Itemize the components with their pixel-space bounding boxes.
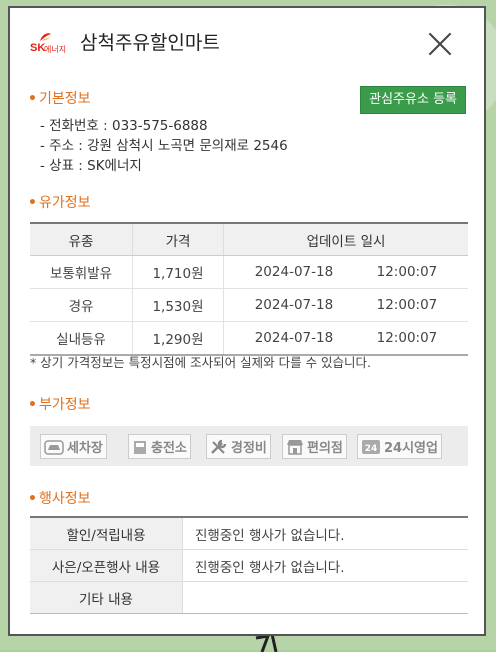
address: - 주소 : 강원 삼척시 노곡면 문의재로 2546	[40, 138, 288, 154]
fuel-price: 1,710원	[132, 255, 224, 289]
update-date: 2024-07-18	[254, 297, 334, 313]
service-maintenance: 경정비	[206, 434, 271, 459]
col-updated: 업데이트 일시	[223, 223, 468, 256]
update-clock: 12:00:07	[376, 330, 438, 346]
col-fuel-type: 유종	[30, 223, 133, 256]
update-clock: 12:00:07	[376, 297, 438, 313]
price-table-header: 유종 가격 업데이트 일시	[30, 223, 468, 256]
charging-station-icon	[134, 440, 146, 454]
price-info-heading-text: 유가정보	[38, 195, 91, 211]
extra-info-heading: • 부가정보	[28, 397, 91, 413]
event-label: 사은/오픈행사 내용	[30, 549, 183, 582]
event-table: 할인/적립내용 진행중인 행사가 없습니다. 사은/오픈행사 내용 진행중인 행…	[30, 516, 468, 614]
basic-info-heading: • 기본정보	[28, 91, 91, 107]
wrench-icon	[211, 439, 227, 454]
event-value	[182, 581, 468, 614]
update-time: 2024-07-18 12:00:07	[223, 255, 468, 289]
table-row: 할인/적립내용 진행중인 행사가 없습니다.	[30, 517, 468, 550]
table-row: 보통휘발유 1,710원 2024-07-18 12:00:07	[30, 255, 468, 289]
basic-info-list: - 전화번호 : 033-575-6888 - 주소 : 강원 삼척시 노곡면 …	[40, 116, 288, 176]
popup-header: SK 에너지 삼척주유할인마트	[10, 8, 484, 72]
service-24h: 24 24시영업	[357, 434, 442, 459]
car-wash-icon	[44, 439, 64, 455]
brand: - 상표 : SK에너지	[40, 158, 142, 174]
event-label: 할인/적립내용	[30, 517, 183, 550]
logo-sk-text: SK	[30, 42, 46, 54]
event-info-heading: • 행사정보	[28, 491, 91, 507]
service-label: 편의점	[307, 441, 343, 456]
update-date: 2024-07-18	[254, 330, 334, 346]
add-favorite-button[interactable]: 관심주유소 등록	[360, 86, 466, 114]
station-name: 삼척주유할인마트	[80, 32, 220, 54]
fuel-type: 실내등유	[30, 321, 133, 356]
fuel-type: 경유	[30, 288, 133, 322]
update-time: 2024-07-18 12:00:07	[223, 321, 468, 356]
event-info-heading-text: 행사정보	[38, 491, 91, 507]
sk-energy-logo: SK 에너지	[30, 32, 76, 56]
service-label: 경정비	[231, 441, 267, 456]
services-bar: 세차장 충전소 경정비 편의점 24 24시영업	[30, 426, 468, 466]
service-label: 충전소	[151, 441, 187, 456]
service-charging: 충전소	[128, 434, 191, 459]
svg-text:24: 24	[365, 444, 378, 454]
price-table: 유종 가격 업데이트 일시 보통휘발유 1,710원 2024-07-18 12:…	[30, 222, 468, 356]
table-row: 사은/오픈행사 내용 진행중인 행사가 없습니다.	[30, 549, 468, 582]
event-value: 진행중인 행사가 없습니다.	[182, 549, 468, 582]
sk-wing-icon	[40, 33, 51, 41]
event-value: 진행중인 행사가 없습니다.	[182, 517, 468, 550]
update-date: 2024-07-18	[254, 264, 334, 280]
fuel-price: 1,530원	[132, 288, 224, 322]
extra-info-heading-text: 부가정보	[38, 397, 91, 413]
update-clock: 12:00:07	[376, 264, 438, 280]
price-disclaimer: * 상기 가격정보는 특정시점에 조사되어 실제와 다를 수 있습니다.	[30, 355, 372, 370]
basic-info-heading-text: 기본정보	[38, 91, 91, 107]
store-icon	[287, 439, 303, 455]
event-label: 기타 내용	[30, 581, 183, 614]
table-row: 경유 1,530원 2024-07-18 12:00:07	[30, 288, 468, 322]
phone-number: - 전화번호 : 033-575-6888	[40, 118, 208, 134]
table-row: 기타 내용	[30, 581, 468, 614]
fuel-price: 1,290원	[132, 321, 224, 356]
logo-energy-text: 에너지	[44, 45, 67, 54]
table-row: 실내등유 1,290원 2024-07-18 12:00:07	[30, 321, 468, 356]
clock-24h-icon: 24	[362, 439, 380, 454]
service-car-wash: 세차장	[40, 434, 107, 459]
close-icon[interactable]	[426, 30, 454, 58]
fuel-type: 보통휘발유	[30, 255, 133, 289]
service-label: 세차장	[67, 441, 103, 456]
station-info-popup: SK 에너지 삼척주유할인마트 • 기본정보 관심주유소 등록 - 전화번호 : …	[8, 6, 486, 636]
price-info-heading: • 유가정보	[28, 195, 91, 211]
service-label: 24시영업	[384, 441, 438, 456]
update-time: 2024-07-18 12:00:07	[223, 288, 468, 322]
service-convenience-store: 편의점	[282, 434, 347, 459]
col-price: 가격	[132, 223, 224, 256]
